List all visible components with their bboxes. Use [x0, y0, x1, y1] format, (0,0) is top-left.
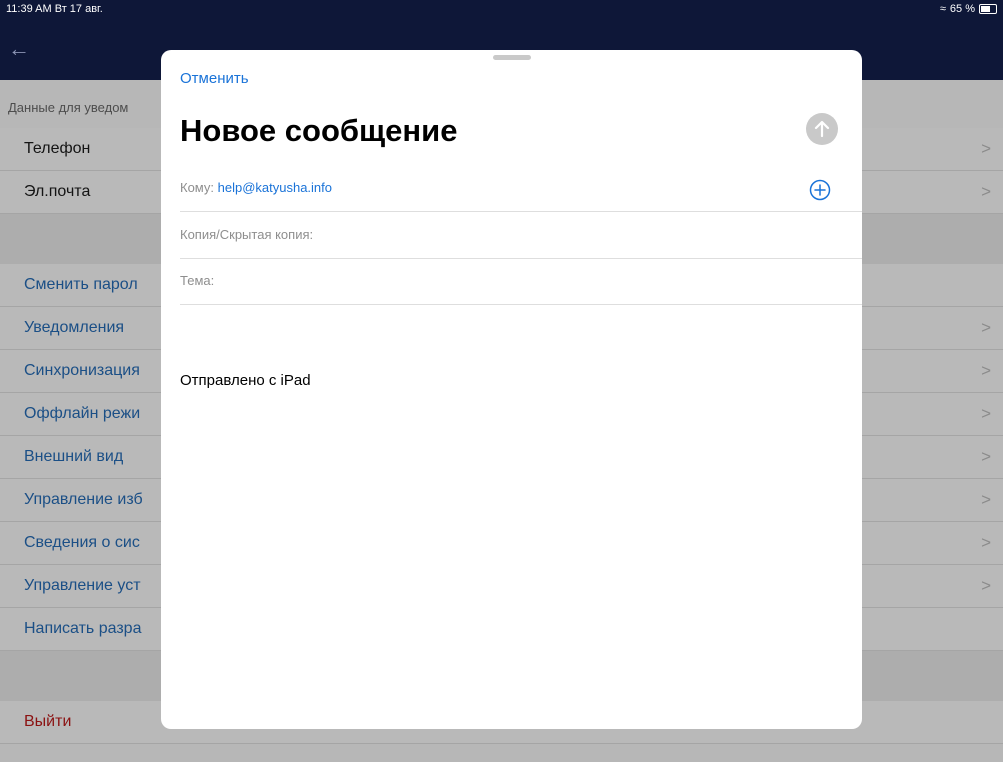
status-bar: 11:39 AM Вт 17 авг. ≈ 65 % [0, 0, 1003, 18]
compose-sheet: Отменить Новое сообщение Кому: help@katy… [161, 50, 862, 729]
chevron-right-icon: > [981, 404, 991, 423]
to-label: Кому: [180, 180, 214, 195]
cc-bcc-field[interactable]: Копия/Скрытая копия: [180, 213, 862, 259]
recipient-address[interactable]: help@katyusha.info [218, 180, 332, 195]
chevron-right-icon: > [981, 447, 991, 466]
sheet-grabber[interactable] [493, 55, 531, 60]
row-label: Управление уст [24, 577, 141, 594]
row-label: Уведомления [24, 319, 125, 336]
chevron-right-icon: > [981, 361, 991, 380]
row-label: Управление изб [24, 491, 143, 508]
add-recipient-button[interactable] [809, 179, 831, 201]
send-button[interactable] [806, 113, 838, 145]
battery-indicator: ≈ 65 % [940, 3, 997, 15]
chevron-right-icon: > [981, 318, 991, 337]
row-label: Синхронизация [24, 362, 140, 379]
plus-circle-icon [809, 179, 831, 201]
arrow-up-icon [814, 120, 830, 138]
subject-label: Тема: [180, 273, 215, 288]
row-label: Оффлайн режи [24, 405, 141, 422]
row-label: Телефон [24, 140, 91, 157]
row-label: Выйти [24, 713, 72, 730]
battery-percent: 65 % [949, 3, 975, 15]
row-label: Внешний вид [24, 448, 124, 465]
back-arrow-icon[interactable]: ← [8, 38, 30, 60]
chevron-right-icon: > [981, 533, 991, 552]
compose-title: Новое сообщение [180, 113, 458, 148]
chevron-right-icon: > [981, 139, 991, 158]
row-label: Эл.почта [24, 183, 91, 200]
row-label: Написать разра [24, 620, 142, 637]
row-label: Сведения о сис [24, 534, 140, 551]
cancel-button[interactable]: Отменить [180, 70, 249, 87]
message-body[interactable]: Отправлено с iPad [180, 372, 311, 389]
wifi-icon: ≈ [939, 3, 946, 15]
subject-field[interactable]: Тема: [180, 259, 862, 305]
row-label: Сменить парол [24, 276, 138, 293]
chevron-right-icon: > [981, 576, 991, 595]
to-field[interactable]: Кому: help@katyusha.info [180, 166, 862, 212]
chevron-right-icon: > [981, 490, 991, 509]
chevron-right-icon: > [981, 182, 991, 201]
battery-icon [979, 4, 997, 14]
status-time: 11:39 AM Вт 17 авг. [6, 3, 103, 15]
cc-bcc-label: Копия/Скрытая копия: [180, 227, 314, 242]
